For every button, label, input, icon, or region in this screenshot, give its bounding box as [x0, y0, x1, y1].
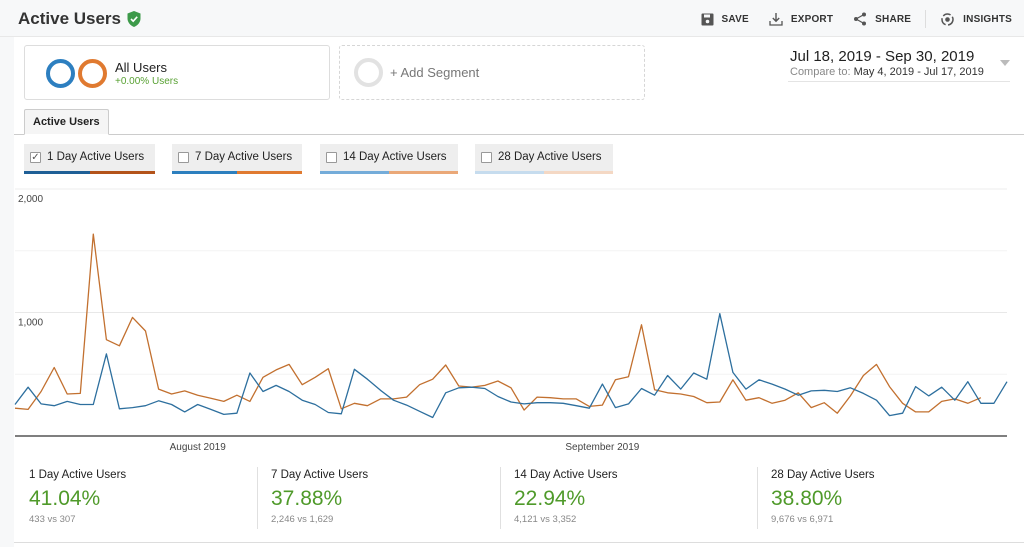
segment-all-users[interactable]: All Users +0.00% Users — [24, 45, 330, 100]
segment-current-ring-icon — [46, 59, 75, 88]
checkbox-unchecked[interactable] — [326, 152, 337, 163]
checkbox-unchecked[interactable] — [178, 152, 189, 163]
series-line-current — [14, 313, 1008, 419]
metric-toggle-list: ✓ 1 Day Active Users 7 Day Active Users … — [24, 144, 630, 174]
shield-check-icon — [127, 11, 141, 27]
date-range-compare: Compare to: May 4, 2019 - Jul 17, 2019 — [790, 66, 984, 78]
add-segment-button[interactable]: + Add Segment — [339, 45, 645, 100]
y-tick-label: 2,000 — [18, 194, 43, 205]
metric-name: 28 Day Active Users — [771, 469, 875, 481]
metric-change: 41.04% — [29, 487, 101, 510]
floppy-disk-icon — [701, 13, 714, 25]
metric-name: 14 Day Active Users — [514, 469, 618, 481]
date-range-picker[interactable]: Jul 18, 2019 - Sep 30, 2019 Compare to: … — [788, 48, 1010, 82]
metric-toggle-14-day[interactable]: 14 Day Active Users — [320, 144, 458, 174]
page-title: Active Users — [18, 9, 141, 29]
metric-compare: 9,676 vs 6,971 — [771, 514, 834, 525]
metric-divider — [757, 467, 758, 529]
export-button[interactable]: EXPORT — [769, 12, 833, 26]
metric-toggle-label: 7 Day Active Users — [195, 151, 293, 163]
compare-color-bar — [89, 171, 155, 174]
insights-label: INSIGHTS — [963, 13, 1012, 25]
compare-value: May 4, 2019 - Jul 17, 2019 — [853, 66, 984, 78]
page-title-text: Active Users — [18, 9, 122, 28]
tab-bar: Active Users — [14, 109, 1024, 135]
empty-segment-ring-icon — [354, 58, 383, 87]
metric-name: 1 Day Active Users — [29, 469, 127, 481]
metric-toggle-label: 14 Day Active Users — [343, 151, 447, 163]
checkbox-unchecked[interactable] — [481, 152, 492, 163]
metric-change: 38.80% — [771, 487, 843, 510]
x-tick-label: August 2019 — [170, 442, 227, 453]
save-label: SAVE — [721, 13, 749, 25]
metric-toggle-1-day[interactable]: ✓ 1 Day Active Users — [24, 144, 155, 174]
current-color-bar — [475, 171, 544, 174]
x-tick-label: September 2019 — [565, 442, 639, 453]
compare-color-bar — [237, 171, 302, 174]
metric-divider — [257, 467, 258, 529]
current-color-bar — [24, 171, 90, 174]
metric-compare: 2,246 vs 1,629 — [271, 514, 334, 525]
compare-color-bar — [389, 171, 458, 174]
metric-toggle-28-day[interactable]: 28 Day Active Users — [475, 144, 613, 174]
checkbox-checked[interactable]: ✓ — [30, 152, 41, 163]
current-color-bar — [320, 171, 389, 174]
insights-icon — [941, 12, 954, 26]
report-header: Active Users SAVE EXPORT SHARE INSIGHTS — [0, 0, 1024, 37]
insights-button[interactable]: INSIGHTS — [940, 12, 1012, 27]
share-icon — [854, 12, 867, 26]
metric-card-1-day: 1 Day Active Users 41.04% 433 vs 307 — [29, 465, 269, 530]
metric-toggle-label: 28 Day Active Users — [498, 151, 602, 163]
metric-card-14-day: 14 Day Active Users 22.94% 4,121 vs 3,35… — [500, 465, 754, 530]
metric-divider — [500, 467, 501, 529]
metric-change: 37.88% — [271, 487, 343, 510]
report-body: All Users +0.00% Users + Add Segment Jul… — [14, 37, 1024, 547]
current-color-bar — [172, 171, 237, 174]
metric-compare: 433 vs 307 — [29, 514, 76, 525]
add-segment-label: + Add Segment — [390, 65, 480, 80]
active-users-chart[interactable]: 1,000 2,000 August 2019 September 2019 — [14, 182, 1024, 462]
report-actions: SAVE EXPORT SHARE INSIGHTS — [681, 10, 1012, 28]
dropdown-arrow-icon[interactable] — [1000, 60, 1010, 66]
metric-toggle-label: 1 Day Active Users — [47, 151, 145, 163]
compare-color-bar — [544, 171, 613, 174]
segment-change: +0.00% Users — [115, 76, 179, 87]
segment-compare-ring-icon — [78, 59, 107, 88]
metric-name: 7 Day Active Users — [271, 469, 369, 481]
share-label: SHARE — [875, 13, 912, 25]
metric-compare: 4,121 vs 3,352 — [514, 514, 577, 525]
metrics-summary: 1 Day Active Users 41.04% 433 vs 307 7 D… — [14, 455, 1024, 543]
save-button[interactable]: SAVE — [701, 13, 749, 26]
metric-toggle-7-day[interactable]: 7 Day Active Users — [172, 144, 302, 174]
download-icon — [769, 13, 783, 26]
action-divider — [925, 10, 927, 28]
series-line-previous — [14, 233, 982, 414]
share-button[interactable]: SHARE — [853, 12, 911, 26]
segment-name: All Users — [115, 60, 168, 75]
tab-active-users[interactable]: Active Users — [24, 109, 109, 135]
date-range-main: Jul 18, 2019 - Sep 30, 2019 — [790, 48, 975, 65]
metric-card-28-day: 28 Day Active Users 38.80% 9,676 vs 6,97… — [757, 465, 1011, 530]
metric-change: 22.94% — [514, 487, 586, 510]
compare-label: Compare to: — [790, 66, 851, 78]
export-label: EXPORT — [790, 13, 834, 25]
metric-card-7-day: 7 Day Active Users 37.88% 2,246 vs 1,629 — [257, 465, 511, 530]
y-tick-label: 1,000 — [18, 318, 43, 329]
